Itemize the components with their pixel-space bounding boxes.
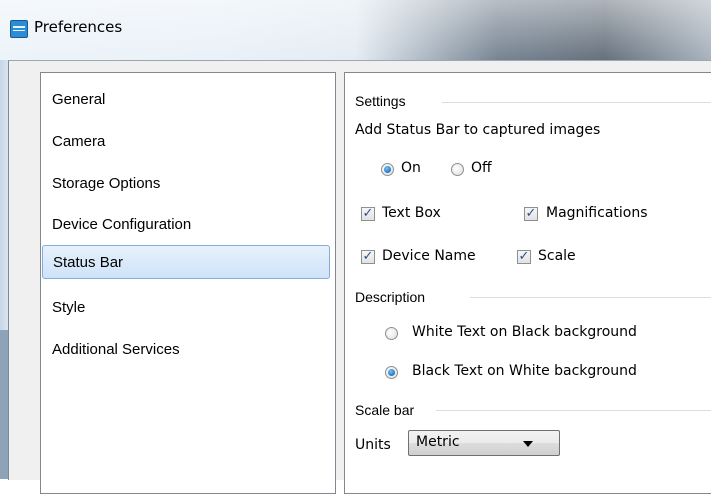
title-bar[interactable]: Preferences — [0, 0, 711, 60]
nav-item-additional-services[interactable]: Additional Services — [42, 333, 330, 367]
white-text-label[interactable]: White Text on Black background — [412, 324, 637, 340]
nav-item-general[interactable]: General — [42, 83, 330, 117]
status-bar-on-radio[interactable] — [381, 163, 394, 176]
chevron-down-icon — [523, 441, 533, 447]
nav-item-camera[interactable]: Camera — [42, 125, 330, 159]
black-text-label[interactable]: Black Text on White background — [412, 363, 637, 379]
scale-bar-group-divider — [436, 410, 711, 411]
scale-bar-group-title: Scale bar — [355, 402, 415, 418]
nav-item-storage-options[interactable]: Storage Options — [42, 167, 330, 201]
magnifications-label[interactable]: Magnifications — [546, 205, 648, 221]
description-group-title: Description — [355, 289, 426, 305]
status-bar-off-radio[interactable] — [451, 163, 464, 176]
nav-item-style[interactable]: Style — [42, 291, 330, 325]
window-frame-left — [0, 60, 8, 479]
black-text-radio[interactable] — [385, 366, 398, 379]
description-group-divider — [470, 297, 711, 298]
text-box-checkbox[interactable]: ✓ — [361, 207, 375, 221]
units-dropdown[interactable]: Metric — [408, 430, 560, 456]
nav-item-status-bar[interactable]: Status Bar — [42, 245, 330, 279]
device-name-checkbox[interactable]: ✓ — [361, 250, 375, 264]
device-name-label[interactable]: Device Name — [382, 248, 476, 264]
units-label: Units — [355, 437, 391, 453]
units-dropdown-value: Metric — [416, 434, 460, 450]
settings-group-title: Settings — [355, 93, 406, 109]
status-bar-off-label[interactable]: Off — [471, 160, 492, 176]
window-title: Preferences — [34, 18, 123, 36]
add-status-bar-label: Add Status Bar to captured images — [355, 122, 601, 138]
magnifications-checkbox[interactable]: ✓ — [524, 207, 538, 221]
preferences-app-icon — [10, 20, 28, 38]
white-text-radio[interactable] — [385, 327, 398, 340]
nav-item-device-configuration[interactable]: Device Configuration — [42, 208, 330, 242]
scale-label[interactable]: Scale — [538, 248, 576, 264]
settings-group-divider — [442, 102, 711, 103]
text-box-label[interactable]: Text Box — [382, 205, 441, 221]
window-frame-shadow — [0, 330, 8, 479]
scale-checkbox[interactable]: ✓ — [517, 250, 531, 264]
status-bar-on-label[interactable]: On — [401, 160, 421, 176]
preferences-category-list: General Camera Storage Options Device Co… — [40, 72, 336, 494]
